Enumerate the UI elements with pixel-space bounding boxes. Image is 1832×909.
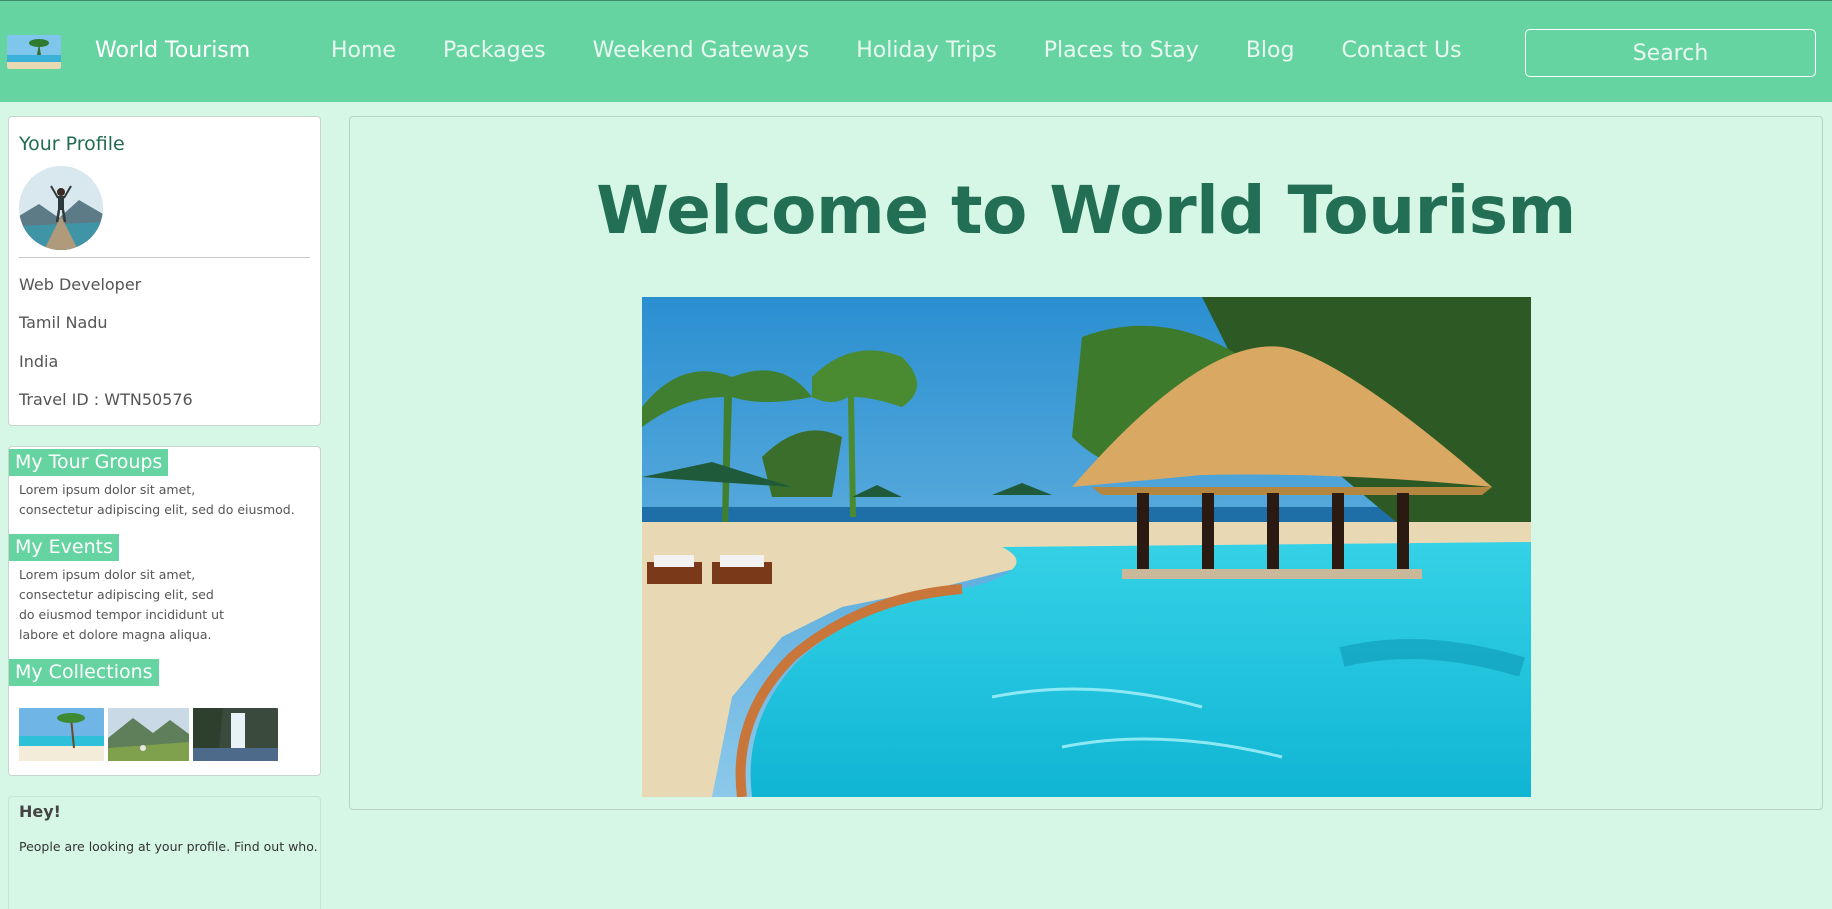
profile-travel-id: Travel ID : WTN50576 <box>19 390 193 409</box>
page-title: Welcome to World Tourism <box>596 172 1576 249</box>
notification-card[interactable]: Hey! People are looking at your profile.… <box>8 796 321 909</box>
nav-link-weekend-gateways[interactable]: Weekend Gateways <box>593 38 810 63</box>
notification-text: People are looking at your profile. Find… <box>19 839 318 854</box>
profile-divider <box>19 257 310 258</box>
nav-link-blog[interactable]: Blog <box>1246 38 1295 63</box>
brand-name[interactable]: World Tourism <box>95 38 250 63</box>
tour-groups-text: Lorem ipsum dolor sit amet, consectetur … <box>19 482 295 517</box>
avatar[interactable] <box>19 166 103 250</box>
nav-link-contact-us[interactable]: Contact Us <box>1341 38 1461 63</box>
profile-card: Your Profile Web Developer Tamil Nadu In… <box>8 116 321 426</box>
nav-link-holiday-trips[interactable]: Holiday Trips <box>856 38 996 63</box>
nav-link-places-to-stay[interactable]: Places to Stay <box>1044 38 1199 63</box>
navbar: World Tourism Home Packages Weekend Gate… <box>0 0 1832 102</box>
hero-image <box>642 297 1531 797</box>
collection-thumb-beach[interactable] <box>19 708 104 761</box>
collection-thumb-mountains[interactable] <box>108 708 189 761</box>
notification-title: Hey! <box>19 802 61 821</box>
groups-card: My Tour Groups Lorem ipsum dolor sit ame… <box>8 446 321 776</box>
profile-title: Your Profile <box>19 133 125 155</box>
nav-link-home[interactable]: Home <box>331 38 396 63</box>
search-input[interactable] <box>1525 29 1816 77</box>
collection-thumb-waterfall[interactable] <box>193 708 278 761</box>
main-content: Welcome to World Tourism <box>349 116 1823 810</box>
nav-links: Home Packages Weekend Gateways Holiday T… <box>331 38 1509 63</box>
profile-country: India <box>19 352 59 371</box>
tour-groups-heading[interactable]: My Tour Groups <box>9 449 169 476</box>
events-text: Lorem ipsum dolor sit amet, consectetur … <box>19 567 224 642</box>
brand-logo-image[interactable] <box>7 35 61 69</box>
profile-state: Tamil Nadu <box>19 313 108 332</box>
profile-occupation: Web Developer <box>19 275 142 294</box>
events-heading[interactable]: My Events <box>9 534 120 561</box>
collections-heading[interactable]: My Collections <box>9 659 159 686</box>
nav-link-packages[interactable]: Packages <box>443 38 546 63</box>
